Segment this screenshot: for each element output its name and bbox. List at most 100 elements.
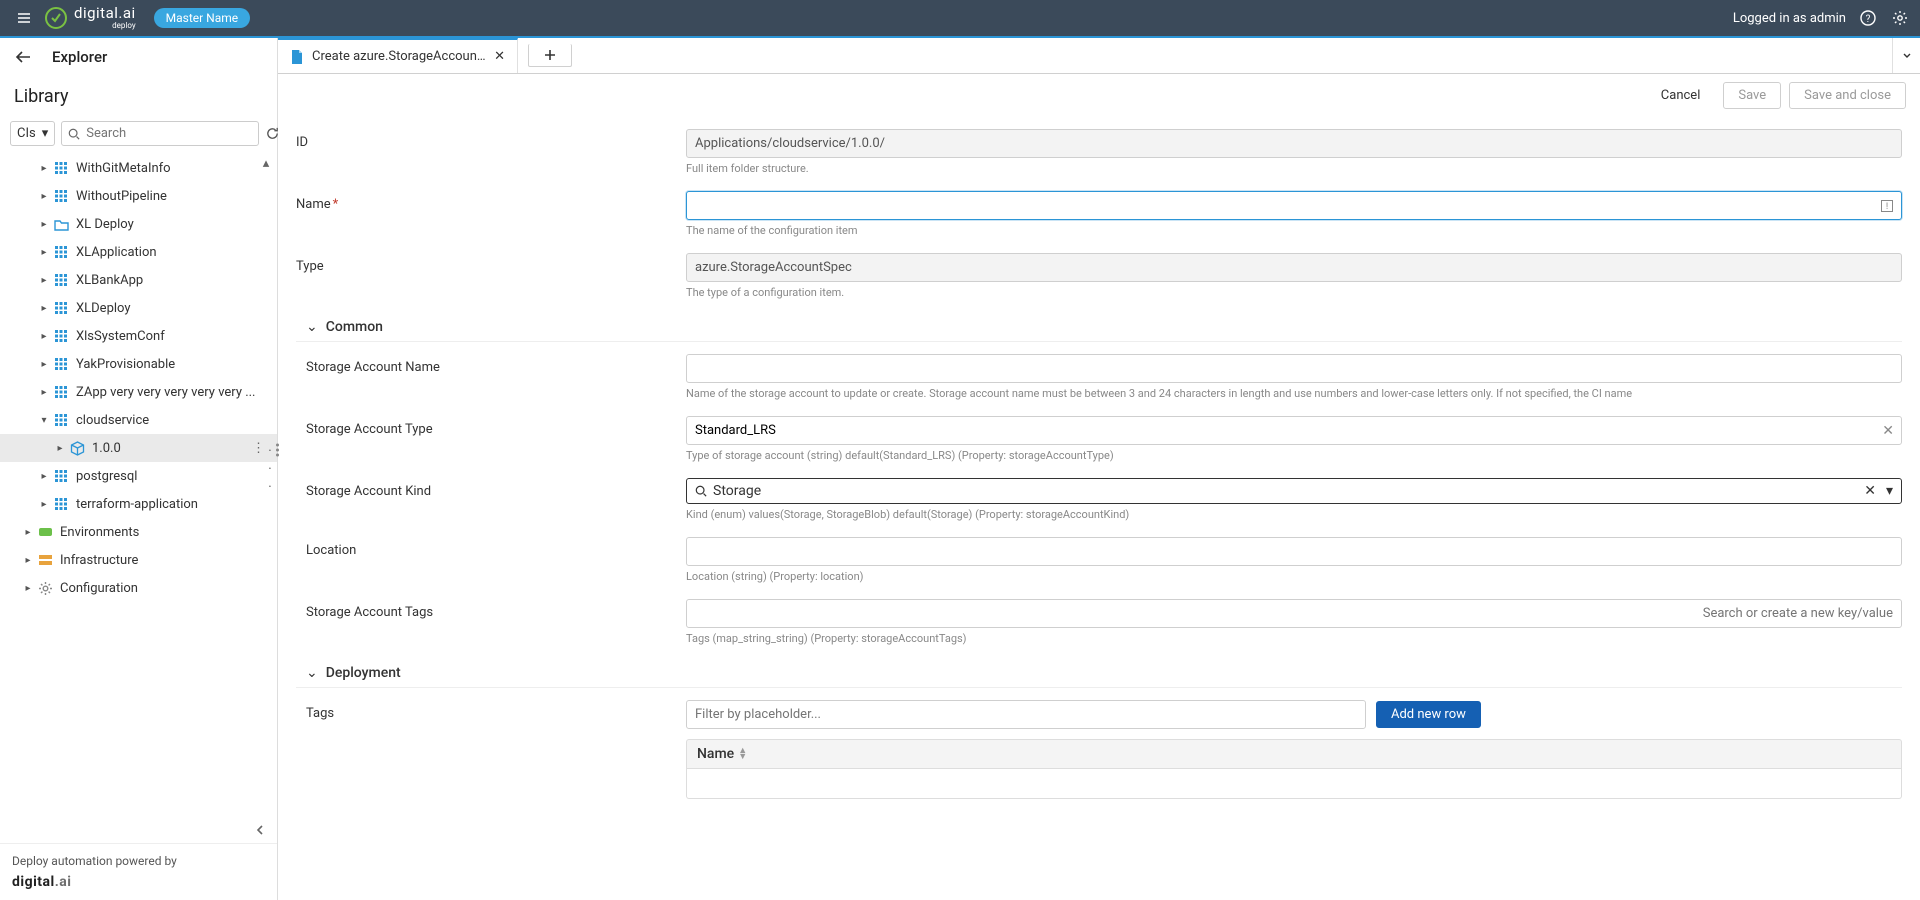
tree-item[interactable]: ▸ XLApplication (0, 238, 277, 266)
tree-item-label: cloudservice (76, 413, 149, 428)
grid-icon (52, 355, 70, 373)
tab-close-icon[interactable]: ✕ (494, 49, 505, 64)
add-tab-button[interactable] (528, 44, 572, 67)
tree-item-label: Infrastructure (60, 553, 138, 568)
tree-item-label: XlsSystemConf (76, 329, 165, 344)
storage-account-tags-hint: Tags (map_string_string) (Property: stor… (686, 632, 1902, 645)
grid-icon (52, 187, 70, 205)
tags-table-name-col: Name (697, 746, 734, 762)
cancel-button[interactable]: Cancel (1646, 82, 1716, 109)
tree-item-label: terraform-application (76, 497, 198, 512)
tree-item[interactable]: ▸ XlsSystemConf (0, 322, 277, 350)
hamburger-menu-button[interactable] (10, 4, 38, 32)
tree-item[interactable]: ▸ terraform-application (0, 490, 277, 518)
tree-twisty-icon[interactable]: ▸ (36, 244, 52, 260)
form: ID Full item folder structure. Name* ! (278, 117, 1920, 900)
infra-icon (36, 551, 54, 569)
ci-tree[interactable]: ▴ ▸WithGitMetaInfo▸WithoutPipeline▸XL De… (0, 154, 277, 817)
tree-twisty-icon[interactable]: ▸ (36, 468, 52, 484)
help-icon[interactable]: ? (1858, 8, 1878, 28)
dropdown-caret-icon[interactable]: ▾ (1886, 483, 1893, 499)
tree-twisty-icon[interactable]: ▾ (36, 412, 52, 428)
refresh-button[interactable] (265, 123, 280, 145)
grid-icon (52, 159, 70, 177)
save-button[interactable]: Save (1723, 82, 1781, 109)
tree-item[interactable]: ▸WithGitMetaInfo (0, 154, 277, 182)
storage-account-kind-field[interactable]: Storage ✕ ▾ (686, 478, 1902, 504)
product-logo: digital.ai deploy (44, 6, 136, 30)
tree-item[interactable]: ▸XLBankApp (0, 266, 277, 294)
ci-type-dropdown[interactable]: CIs ▾ (10, 121, 55, 146)
back-arrow-icon[interactable] (14, 50, 32, 64)
master-name-badge[interactable]: Master Name (154, 8, 251, 28)
tree-item-label: XL Deploy (76, 217, 134, 232)
splitter-dots-icon[interactable] (276, 444, 279, 457)
add-new-row-button[interactable]: Add new row (1376, 701, 1481, 728)
storage-account-name-hint: Name of the storage account to update or… (686, 387, 1902, 400)
tree-item[interactable]: ▸XLDeploy (0, 294, 277, 322)
library-heading: Library (0, 76, 277, 113)
location-field[interactable] (686, 537, 1902, 566)
type-field (686, 253, 1902, 282)
tree-twisty-icon[interactable]: ▸ (36, 384, 52, 400)
tree-twisty-icon[interactable]: ▸ (20, 552, 36, 568)
sidebar-search-input[interactable] (86, 126, 252, 141)
collapse-sidebar-icon[interactable] (253, 823, 267, 837)
tree-twisty-icon[interactable]: ▸ (36, 160, 52, 176)
tree-item[interactable]: ▸ZApp very very very very very ... (0, 378, 277, 406)
tree-item[interactable]: ▸Configuration (0, 574, 277, 602)
tree-item[interactable]: ▸1.0.0⋮ (0, 434, 277, 462)
clear-icon[interactable]: ✕ (1864, 483, 1876, 499)
storage-account-type-field[interactable] (686, 416, 1902, 445)
product-subname: deploy (112, 22, 135, 30)
tree-item[interactable]: ▸Environments (0, 518, 277, 546)
tree-item[interactable]: ▸YakProvisionable (0, 350, 277, 378)
storage-account-name-label: Storage Account Name (296, 354, 686, 375)
grid-icon (52, 299, 70, 317)
storage-account-name-field[interactable] (686, 354, 1902, 383)
grid-icon (52, 383, 70, 401)
sidebar-title: Explorer (52, 48, 107, 66)
section-common-label: Common (326, 319, 383, 335)
grid-icon (52, 327, 70, 345)
tree-item[interactable]: ▸ Infrastructure (0, 546, 277, 574)
tree-item[interactable]: ▸postgresql (0, 462, 277, 490)
tree-item[interactable]: ▸ XL Deploy (0, 210, 277, 238)
tags-table-header[interactable]: Name ▲▼ (686, 739, 1902, 769)
grid-icon (52, 467, 70, 485)
section-deployment-header[interactable]: ⌄ Deployment (296, 659, 1902, 688)
tree-twisty-icon[interactable]: ▸ (52, 440, 68, 456)
storage-account-type-hint: Type of storage account (string) default… (686, 449, 1902, 462)
scroll-up-indicator[interactable]: ▴ (257, 154, 275, 172)
settings-icon[interactable] (1890, 8, 1910, 28)
name-field[interactable] (686, 191, 1902, 220)
name-hint: The name of the configuration item (686, 224, 1902, 237)
grid-icon (52, 411, 70, 429)
tree-item[interactable]: ▾ cloudservice (0, 406, 277, 434)
tree-twisty-icon[interactable]: ▸ (36, 272, 52, 288)
tree-twisty-icon[interactable]: ▸ (36, 188, 52, 204)
save-and-close-button[interactable]: Save and close (1789, 82, 1906, 109)
section-common-header[interactable]: ⌄ Common (296, 313, 1902, 342)
tree-twisty-icon[interactable]: ▸ (36, 300, 52, 316)
tree-twisty-icon[interactable]: ▸ (36, 496, 52, 512)
tree-twisty-icon[interactable]: ▸ (36, 356, 52, 372)
location-hint: Location (string) (Property: location) (686, 570, 1902, 583)
topbar: digital.ai deploy Master Name Logged in … (0, 0, 1920, 36)
tree-item-label: XLApplication (76, 245, 157, 260)
tree-twisty-icon[interactable]: ▸ (20, 580, 36, 596)
tags-filter-field[interactable] (686, 700, 1366, 729)
tree-twisty-icon[interactable]: ▸ (20, 524, 36, 540)
sort-icon[interactable]: ▲▼ (738, 748, 747, 760)
tabs-overflow-icon[interactable] (1892, 38, 1920, 73)
main-panel: Create azure.StorageAccountSpec ✕ Cancel… (278, 38, 1920, 900)
tree-twisty-icon[interactable]: ▸ (36, 216, 52, 232)
tree-item[interactable]: ▸WithoutPipeline (0, 182, 277, 210)
storage-account-tags-field[interactable] (686, 599, 1902, 628)
sidebar-search[interactable] (61, 121, 259, 146)
tree-twisty-icon[interactable]: ▸ (36, 328, 52, 344)
tab-create-storage-account[interactable]: Create azure.StorageAccountSpec ✕ (278, 38, 518, 73)
clear-icon[interactable]: ✕ (1882, 423, 1894, 439)
file-icon (290, 49, 304, 65)
location-label: Location (296, 537, 686, 558)
